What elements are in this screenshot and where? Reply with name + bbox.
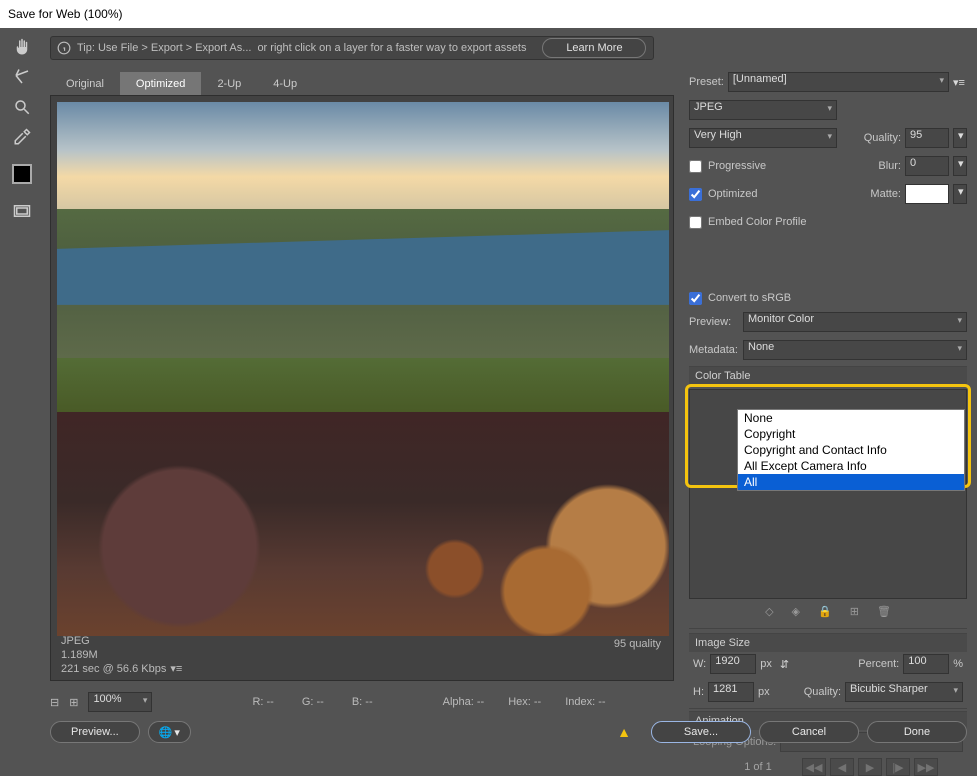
- percent-sign: %: [953, 658, 963, 670]
- quality-slider-toggle[interactable]: ▾: [953, 128, 967, 148]
- cube-icon[interactable]: ◈: [792, 605, 800, 618]
- metadata-option-none[interactable]: None: [738, 410, 964, 426]
- browser-preview-button[interactable]: 🌐▾: [148, 721, 191, 743]
- preset-select[interactable]: [Unnamed]: [728, 72, 949, 92]
- quality-label: Quality:: [864, 132, 901, 144]
- preview-time: 221 sec @ 56.6 Kbps: [61, 662, 166, 676]
- save-button[interactable]: Save...: [651, 721, 751, 743]
- prev-frame-button: ◀: [830, 758, 854, 776]
- link-icon[interactable]: ⇵: [780, 658, 789, 671]
- left-toolbar: [0, 28, 44, 728]
- tip-bar: Tip: Use File > Export > Export As... or…: [50, 36, 654, 60]
- progressive-checkbox[interactable]: Progressive: [689, 154, 766, 178]
- blur-input[interactable]: 0: [905, 156, 949, 176]
- readout-r: R: --: [252, 696, 273, 708]
- convert-srgb-checkbox[interactable]: Convert to sRGB: [689, 286, 967, 310]
- eyedropper-tool-icon[interactable]: [8, 126, 36, 148]
- width-input[interactable]: 1920: [710, 654, 756, 674]
- optimized-checkbox[interactable]: Optimized: [689, 182, 758, 206]
- metadata-select[interactable]: None: [743, 340, 967, 360]
- hand-tool-icon[interactable]: [8, 36, 36, 58]
- tip-text: Tip: Use File > Export > Export As...: [77, 42, 251, 54]
- snap-icon[interactable]: ◇: [765, 605, 773, 618]
- image-content: [57, 102, 669, 636]
- slice-tool-icon[interactable]: [8, 66, 36, 88]
- tab-4up[interactable]: 4-Up: [257, 72, 313, 96]
- first-frame-button: ◀◀: [802, 758, 826, 776]
- new-color-icon[interactable]: ⊞: [850, 605, 859, 618]
- blur-slider-toggle[interactable]: ▾: [953, 156, 967, 176]
- matte-menu-toggle[interactable]: ▾: [953, 184, 967, 204]
- bandwidth-menu-icon[interactable]: ▾≡: [170, 662, 182, 676]
- tab-2up[interactable]: 2-Up: [201, 72, 257, 96]
- color-table-toolbar: ◇ ◈ 🔒 ⊞ 🗑: [689, 599, 967, 624]
- lock-icon[interactable]: 🔒: [818, 605, 832, 618]
- preset-label: Preset:: [689, 76, 724, 88]
- window-title: Save for Web (100%): [0, 0, 977, 28]
- preview-format: JPEG: [61, 634, 182, 648]
- expand-icon[interactable]: ⊞: [69, 696, 78, 709]
- resample-quality-label: Quality:: [804, 686, 841, 698]
- preview-image[interactable]: [57, 102, 669, 636]
- preview-quality-readout: 95 quality: [614, 638, 661, 650]
- tip-text2: or right click on a layer for a faster w…: [257, 42, 526, 54]
- preview-area: JPEG 1.189M 221 sec @ 56.6 Kbps ▾≡ 95 qu…: [50, 95, 674, 681]
- height-input[interactable]: 1281: [708, 682, 754, 702]
- collapse-icon[interactable]: ⊟: [50, 696, 59, 709]
- color-table-header: Color Table: [689, 366, 967, 385]
- preview-profile-select[interactable]: Monitor Color: [743, 312, 967, 332]
- view-tabs: Original Optimized 2-Up 4-Up: [50, 72, 313, 96]
- zoom-tool-icon[interactable]: [8, 96, 36, 118]
- frame-counter: 1 of 1: [718, 761, 798, 773]
- metadata-option-all[interactable]: All: [738, 474, 964, 490]
- blur-label: Blur:: [878, 160, 901, 172]
- preview-meta: JPEG 1.189M 221 sec @ 56.6 Kbps ▾≡: [61, 634, 182, 676]
- readout-b: B: --: [352, 696, 373, 708]
- readout-g: G: --: [302, 696, 324, 708]
- tab-optimized[interactable]: Optimized: [120, 72, 202, 96]
- metadata-option-all-except-camera[interactable]: All Except Camera Info: [738, 458, 964, 474]
- px-label-w: px: [760, 658, 772, 670]
- width-label: W:: [693, 658, 706, 670]
- foreground-swatch[interactable]: [12, 164, 32, 184]
- matte-swatch[interactable]: [905, 184, 949, 204]
- readout-index: Index: --: [565, 696, 605, 708]
- metadata-dropdown-list[interactable]: None Copyright Copyright and Contact Inf…: [737, 409, 965, 491]
- preview-button[interactable]: Preview...: [50, 721, 140, 743]
- cancel-button[interactable]: Cancel: [759, 721, 859, 743]
- preset-menu-icon[interactable]: ▾≡: [953, 76, 967, 89]
- preview-size: 1.189M: [61, 648, 182, 662]
- tab-original[interactable]: Original: [50, 72, 120, 96]
- resample-select[interactable]: Bicubic Sharper: [845, 682, 963, 702]
- px-label-h: px: [758, 686, 770, 698]
- percent-input[interactable]: 100: [903, 654, 949, 674]
- image-size-header: Image Size: [689, 633, 967, 652]
- slice-visibility-icon[interactable]: [8, 200, 36, 222]
- info-icon: [57, 41, 71, 55]
- preview-profile-label: Preview:: [689, 316, 739, 328]
- format-select[interactable]: JPEG: [689, 100, 837, 120]
- zoom-select[interactable]: 100%: [88, 692, 152, 712]
- readout-hex: Hex: --: [508, 696, 541, 708]
- compression-select[interactable]: Very High: [689, 128, 837, 148]
- height-label: H:: [693, 686, 704, 698]
- status-bar: ⊟ ⊞ 100% R: -- G: -- B: -- Alpha: -- Hex…: [50, 691, 674, 713]
- globe-icon: 🌐: [159, 726, 173, 739]
- quality-input[interactable]: 95: [905, 128, 949, 148]
- metadata-label: Metadata:: [689, 344, 739, 356]
- percent-label: Percent:: [858, 658, 899, 670]
- metadata-option-copyright-contact[interactable]: Copyright and Contact Info: [738, 442, 964, 458]
- button-bar: Preview... 🌐▾ ▲ Save... Cancel Done: [50, 719, 967, 745]
- warning-icon[interactable]: ▲: [617, 724, 631, 740]
- learn-more-button[interactable]: Learn More: [542, 38, 646, 58]
- trash-icon[interactable]: 🗑: [877, 605, 891, 618]
- next-frame-button: |▶: [886, 758, 910, 776]
- metadata-option-copyright[interactable]: Copyright: [738, 426, 964, 442]
- last-frame-button: ▶▶: [914, 758, 938, 776]
- readout-alpha: Alpha: --: [443, 696, 485, 708]
- play-button: ▶: [858, 758, 882, 776]
- embed-profile-checkbox[interactable]: Embed Color Profile: [689, 210, 806, 234]
- done-button[interactable]: Done: [867, 721, 967, 743]
- matte-label: Matte:: [870, 188, 901, 200]
